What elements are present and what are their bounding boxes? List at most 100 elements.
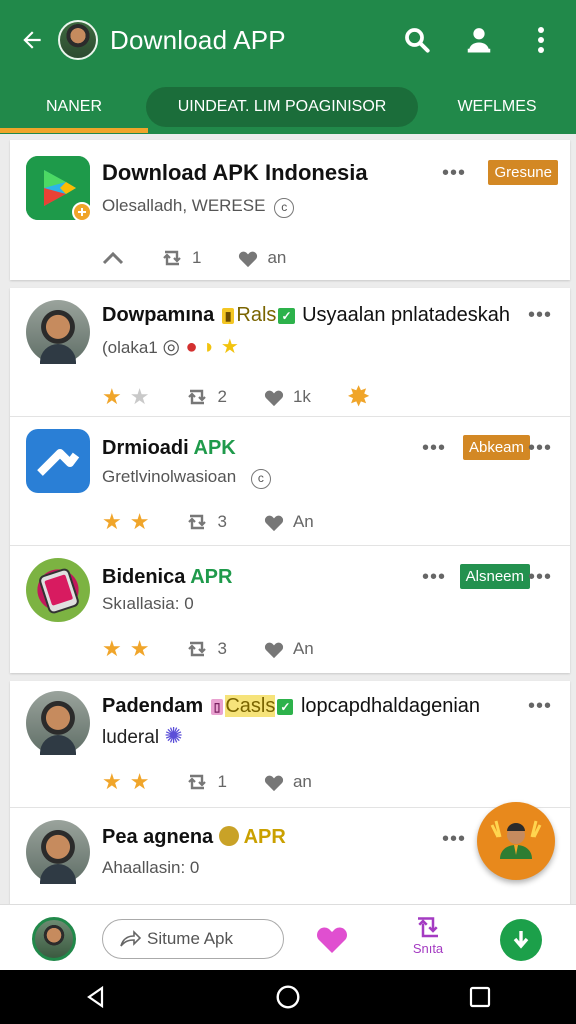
back-arrow-icon[interactable]	[10, 18, 54, 62]
post-title[interactable]: Padendam ▯ Casls ✓ lopcapdhaldagenian	[102, 695, 480, 718]
bottom-bar: Situme Apk Snıta	[0, 904, 576, 970]
verified-icon: ✓	[278, 307, 295, 324]
app-bar: Download APP	[0, 0, 576, 80]
avatar	[26, 691, 90, 755]
tab-bar: NANER UINDEAT. LIM POAGINISOR WEFLMES	[0, 80, 576, 134]
star-icon: ★	[102, 509, 122, 534]
like-button[interactable]: an	[237, 248, 286, 268]
more-vert-icon[interactable]	[518, 17, 564, 63]
more-dots-icon[interactable]: •••	[422, 437, 446, 460]
repost-button[interactable]: 3	[185, 639, 227, 659]
badge-icon: ▯	[210, 698, 224, 715]
recents-square-icon[interactable]	[450, 970, 510, 1024]
star-empty-icon: ★	[129, 383, 150, 409]
post-subtitle: (olaka1 ◎ ● ◗ ★	[102, 336, 239, 358]
profile-fab[interactable]	[477, 802, 555, 880]
verified-icon: ✓	[277, 698, 294, 715]
repost-button[interactable]: 1	[160, 248, 201, 268]
search-icon[interactable]	[394, 17, 440, 63]
post-title[interactable]: Download APK Indonesia	[102, 160, 368, 186]
like-button[interactable]: An	[263, 512, 314, 532]
tab-weflmes[interactable]: WEFLMES	[418, 98, 576, 116]
post-title[interactable]: Drmioadi APK	[102, 437, 236, 460]
download-button[interactable]	[500, 919, 542, 961]
status-badge: Gresune	[488, 160, 558, 185]
feed-card[interactable]: Download APK Indonesia ••• Gresune Olesa…	[10, 140, 570, 280]
back-triangle-icon[interactable]	[66, 970, 126, 1024]
emoji-icon	[218, 826, 239, 846]
post-title[interactable]: Dowpamına ▮ Rals ✓ Usyaalan pnlatadeskah	[102, 304, 510, 327]
list-item[interactable]: Drmioadi APK ••• Abkeam ••• Gretlvinolwa…	[10, 417, 570, 545]
upvote-icon[interactable]	[102, 251, 124, 265]
share-label: Snıta	[412, 941, 444, 956]
like-button[interactable]: 1k	[263, 387, 311, 407]
post-subtitle: Skıallasia: 0	[102, 594, 194, 613]
status-badge: Alsneem	[459, 564, 530, 589]
repost-icon	[418, 917, 438, 938]
page-title: Download APP	[110, 24, 286, 55]
post-subtitle: luderal ✺	[102, 723, 183, 748]
account-icon[interactable]	[456, 17, 502, 63]
repost-button[interactable]: 2	[185, 386, 227, 407]
repost-count: 3	[217, 639, 227, 658]
avatar[interactable]	[32, 917, 76, 961]
repost-button[interactable]: 1	[185, 772, 227, 792]
list-item[interactable]: Dowpamına ▮ Rals ✓ Usyaalan pnlatadeskah •…	[10, 288, 570, 416]
post-subtitle: Olesalladh, WERESE c	[102, 196, 295, 218]
like-count: an	[292, 772, 312, 791]
post-title[interactable]: Bidenica APR	[102, 566, 232, 589]
post-actions: ★ ★ 2 1k ✸	[102, 380, 370, 413]
home-circle-icon[interactable]	[258, 970, 318, 1024]
like-count: an	[267, 248, 287, 267]
app-icon	[26, 429, 90, 493]
copyright-icon: c	[250, 469, 271, 489]
avatar	[26, 820, 90, 884]
search-label: Situme Apk	[147, 929, 233, 948]
more-dots-icon[interactable]: •••	[528, 304, 552, 327]
more-dots-icon[interactable]: •••	[528, 437, 552, 460]
play-store-icon	[26, 156, 92, 222]
post-actions: ★ ★ 3 An	[102, 509, 314, 535]
repost-count: 2	[217, 386, 227, 406]
system-nav-bar	[0, 970, 576, 1024]
like-button[interactable]: an	[263, 772, 312, 792]
header-actions	[394, 17, 564, 63]
repost-count: 1	[217, 772, 227, 791]
tab-naner[interactable]: NANER	[0, 98, 148, 116]
list-item[interactable]: Bidenica APR ••• Alsneem ••• Skıallasia:…	[10, 546, 570, 673]
rating-stars: ★ ★	[102, 384, 149, 410]
repost-count: 3	[217, 512, 227, 531]
post-title[interactable]: Pea agnena APR	[102, 826, 286, 849]
rating-stars: ★ ★	[102, 769, 149, 795]
more-dots-icon[interactable]: •••	[528, 566, 552, 589]
download-arrow-icon	[513, 931, 529, 949]
like-button[interactable]: An	[263, 639, 314, 659]
globe-icon: ✺	[164, 723, 183, 748]
rating-stars: ★ ★	[102, 636, 149, 662]
like-count: 1k	[292, 386, 311, 406]
rating-stars: ★ ★	[102, 509, 149, 535]
post-actions: ★ ★ 3 An	[102, 636, 314, 662]
profile-avatar[interactable]	[58, 20, 98, 60]
more-dots-icon[interactable]: •••	[442, 162, 466, 185]
star-icon: ★	[129, 769, 150, 794]
feed[interactable]: Download APK Indonesia ••• Gresune Olesa…	[0, 134, 576, 904]
more-dots-icon[interactable]: •••	[528, 695, 552, 718]
post-actions: ★ ★ 1 an	[102, 769, 312, 795]
reaction-icon[interactable]: ✸	[347, 380, 370, 413]
more-dots-icon[interactable]: •••	[422, 566, 446, 589]
heart-icon[interactable]	[314, 921, 350, 957]
star-icon: ★	[102, 383, 122, 409]
repost-button[interactable]: 3	[185, 512, 227, 532]
search-apk-button[interactable]: Situme Apk	[102, 919, 284, 959]
share-arrow-icon	[120, 930, 141, 947]
share-button[interactable]: Snıta	[398, 911, 458, 967]
list-item[interactable]: Padendam ▯ Casls ✓ lopcapdhaldagenian ••• …	[10, 681, 570, 807]
tab-uindeat[interactable]: UINDEAT. LIM POAGINISOR	[146, 87, 418, 127]
more-dots-icon[interactable]: •••	[442, 828, 466, 851]
repost-count: 1	[192, 248, 202, 267]
post-subtitle: Ahaallasin: 0	[102, 858, 200, 877]
feed-card-group: Dowpamına ▮ Rals ✓ Usyaalan pnlatadeskah •…	[10, 288, 570, 673]
phone-app-icon	[26, 558, 90, 622]
badge-icon: ▮	[221, 307, 235, 324]
